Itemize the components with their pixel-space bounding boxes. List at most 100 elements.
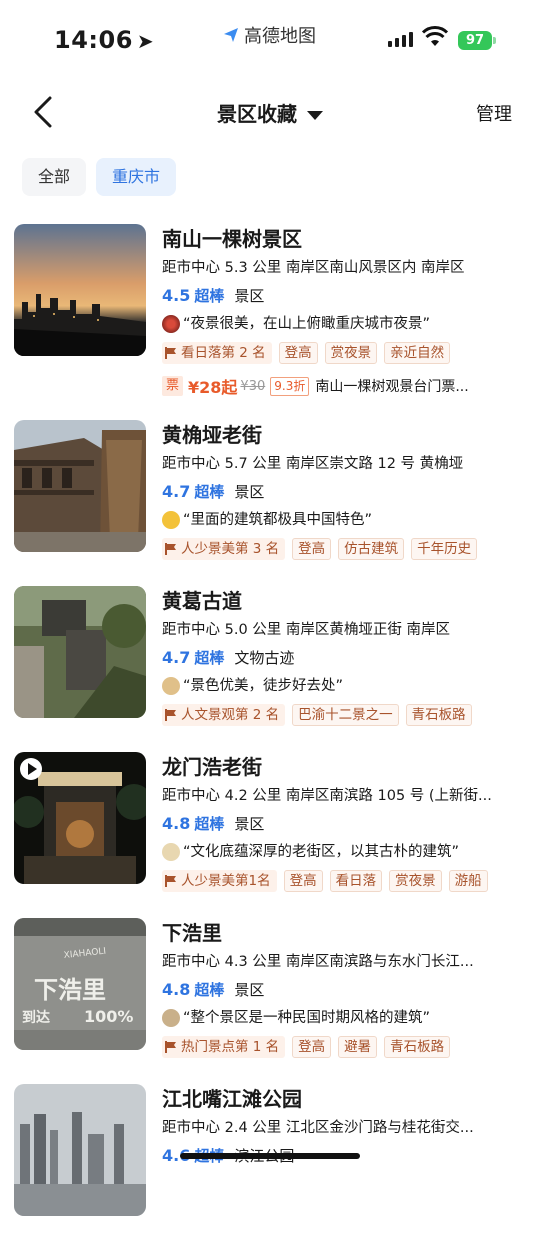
place-category: 景区 bbox=[234, 981, 265, 999]
flag-icon bbox=[165, 347, 176, 359]
tag-row: 热门景点第 1 名 登高 避暑 青石板路 bbox=[162, 1032, 522, 1062]
review-row: “里面的建筑都极具中国特色” bbox=[162, 506, 522, 534]
reviewer-avatar bbox=[162, 1009, 180, 1027]
thumb-text-sub: 到达 bbox=[22, 1009, 50, 1026]
list-item[interactable]: 南山一棵树景区 距市中心 5.3 公里 南岸区南山风景区内 南岸区 4.5 超棒景… bbox=[0, 224, 540, 397]
tag[interactable]: 登高 bbox=[292, 538, 332, 560]
amap-logo-icon bbox=[224, 28, 238, 42]
review-row: “文化底蕴深厚的老街区，以其古朴的建筑” bbox=[162, 838, 522, 866]
place-address: 距市中心 4.3 公里 南岸区南滨路与东水门长江... bbox=[162, 954, 474, 970]
rank-badge[interactable]: 看日落第 2 名 bbox=[162, 342, 272, 364]
app-name: 高德地图 bbox=[244, 26, 316, 47]
review-text: “夜景很美，在山上俯瞰重庆城市夜景” bbox=[183, 316, 431, 332]
tag[interactable]: 登高 bbox=[278, 342, 318, 364]
tag[interactable]: 赏夜景 bbox=[389, 870, 442, 892]
tag-row: 人少景美第1名 登高 看日落 赏夜景 游船 bbox=[162, 866, 522, 896]
thumbnail-image: XIAHAOLI 下浩里 到达 100% bbox=[14, 918, 146, 1050]
home-indicator[interactable] bbox=[180, 1153, 360, 1159]
rating-row: 4.7 超棒 景区 bbox=[162, 478, 522, 506]
flag-icon bbox=[165, 709, 176, 721]
tag[interactable]: 千年历史 bbox=[411, 538, 478, 560]
place-name: 黄葛古道 bbox=[162, 589, 242, 613]
video-play-icon[interactable] bbox=[20, 758, 42, 780]
place-address: 距市中心 5.3 公里 南岸区南山风景区内 南岸区 bbox=[162, 260, 465, 276]
place-name: 江北嘴江滩公园 bbox=[162, 1087, 302, 1111]
city-filter: 全部 重庆市 bbox=[22, 158, 177, 196]
rank-badge[interactable]: 人少景美第 3 名 bbox=[162, 538, 286, 560]
place-address: 距市中心 5.7 公里 南岸区崇文路 12 号 黄桷垭 bbox=[162, 456, 464, 472]
page-title: 景区收藏 bbox=[217, 102, 297, 126]
rating-score: 4.8 bbox=[162, 814, 191, 833]
reviewer-avatar bbox=[162, 511, 180, 529]
review-row: “景色优美，徒步好去处” bbox=[162, 672, 522, 700]
rank-badge[interactable]: 人文景观第 2 名 bbox=[162, 704, 286, 726]
rating-level: 超棒 bbox=[194, 287, 225, 305]
rating-score: 4.5 bbox=[162, 286, 191, 305]
tag[interactable]: 青石板路 bbox=[384, 1036, 451, 1058]
tag[interactable]: 巴渝十二景之一 bbox=[292, 704, 399, 726]
ticket-discount: 9.3折 bbox=[270, 376, 310, 396]
signal-icon bbox=[388, 32, 413, 47]
back-to-app[interactable]: 高德地图 bbox=[222, 22, 316, 48]
thumbnail-image bbox=[14, 586, 146, 718]
review-row: “整个景区是一种民国时期风格的建筑” bbox=[162, 1004, 522, 1032]
rating-row: 4.7 超棒 文物古迹 bbox=[162, 644, 522, 672]
tag[interactable]: 赏夜景 bbox=[324, 342, 378, 364]
tag[interactable]: 游船 bbox=[448, 870, 488, 892]
thumbnail-image bbox=[14, 420, 146, 552]
place-category: 景区 bbox=[234, 483, 265, 501]
rating-row: 4.8 超棒 景区 bbox=[162, 810, 522, 838]
review-text: “文化底蕴深厚的老街区，以其古朴的建筑” bbox=[183, 844, 460, 860]
rating-row: 4.8 超棒 景区 bbox=[162, 976, 522, 1004]
rank-text: 人少景美第 3 名 bbox=[181, 541, 280, 557]
caret-down-icon bbox=[307, 111, 323, 120]
review-text: “景色优美，徒步好去处” bbox=[183, 678, 344, 694]
list-item[interactable]: 黄桷垭老街 距市中心 5.7 公里 南岸区崇文路 12 号 黄桷垭 4.7 超棒景… bbox=[0, 420, 540, 586]
place-category: 景区 bbox=[234, 815, 265, 833]
filter-all[interactable]: 全部 bbox=[22, 158, 87, 196]
tag[interactable]: 看日落 bbox=[329, 870, 383, 892]
place-address: 距市中心 5.0 公里 南岸区黄桷垭正街 南岸区 bbox=[162, 622, 450, 638]
rank-badge[interactable]: 热门景点第 1 名 bbox=[162, 1036, 286, 1058]
place-address: 距市中心 2.4 公里 江北区金沙门路与桂花街交... bbox=[162, 1120, 474, 1136]
rating-score: 4.7 bbox=[162, 648, 191, 667]
tag[interactable]: 登高 bbox=[292, 1036, 332, 1058]
ticket-row[interactable]: 票 ¥28起 ¥30 9.3折 南山一棵树观景台门票... bbox=[162, 374, 522, 398]
manage-button[interactable]: 管理 bbox=[476, 100, 512, 126]
category-dropdown[interactable]: 景区收藏 bbox=[0, 98, 540, 127]
rating-score: 4.8 bbox=[162, 980, 191, 999]
review-text: “里面的建筑都极具中国特色” bbox=[183, 512, 373, 528]
status-bar: 14:06 ➤ 高德地图 97 bbox=[0, 0, 540, 80]
tag[interactable]: 青石板路 bbox=[405, 704, 472, 726]
rank-badge[interactable]: 人少景美第1名 bbox=[162, 870, 277, 892]
review-text: “整个景区是一种民国时期风格的建筑” bbox=[183, 1010, 431, 1026]
list-item[interactable]: XIAHAOLI 下浩里 到达 100% 下浩里 距市中心 4.3 公里 南岸区… bbox=[0, 918, 540, 1084]
list-item[interactable]: 龙门浩老街 距市中心 4.2 公里 南岸区南滨路 105 号 (上新街... 4… bbox=[0, 752, 540, 918]
place-name: 南山一棵树景区 bbox=[162, 227, 302, 251]
review-row: “夜景很美，在山上俯瞰重庆城市夜景” bbox=[162, 310, 522, 338]
list-item[interactable]: 黄葛古道 距市中心 5.0 公里 南岸区黄桷垭正街 南岸区 4.7 超棒 文物古迹 … bbox=[0, 586, 540, 752]
rating-level: 超棒 bbox=[194, 815, 225, 833]
rating-level: 超棒 bbox=[194, 649, 225, 667]
place-name: 下浩里 bbox=[162, 921, 222, 945]
wifi-icon bbox=[422, 26, 448, 46]
place-category: 文物古迹 bbox=[234, 649, 295, 667]
location-arrow-icon: ➤ bbox=[136, 29, 155, 53]
place-name: 龙门浩老街 bbox=[162, 755, 262, 779]
tag-row: 人少景美第 3 名 登高 仿古建筑 千年历史 bbox=[162, 534, 522, 564]
filter-chongqing[interactable]: 重庆市 bbox=[96, 158, 177, 196]
reviewer-avatar bbox=[162, 677, 180, 695]
list-item[interactable]: 江北嘴江滩公园 距市中心 2.4 公里 江北区金沙门路与桂花街交... 4.6超… bbox=[0, 1084, 540, 1250]
ticket-label: 票 bbox=[162, 376, 184, 396]
tag-row: 人文景观第 2 名 巴渝十二景之一 青石板路 bbox=[162, 700, 522, 730]
tag[interactable]: 登高 bbox=[283, 870, 323, 892]
tag[interactable]: 亲近自然 bbox=[384, 342, 451, 364]
place-category: 景区 bbox=[234, 287, 265, 305]
rating-row: 4.5 超棒 景区 bbox=[162, 282, 522, 310]
tag[interactable]: 仿古建筑 bbox=[338, 538, 405, 560]
flag-icon bbox=[165, 543, 176, 555]
thumbnail-image bbox=[14, 224, 146, 356]
place-address: 距市中心 4.2 公里 南岸区南滨路 105 号 (上新街... bbox=[162, 788, 492, 804]
tag[interactable]: 避暑 bbox=[338, 1036, 378, 1058]
favorites-list: 南山一棵树景区 距市中心 5.3 公里 南岸区南山风景区内 南岸区 4.5 超棒景… bbox=[0, 224, 540, 1250]
